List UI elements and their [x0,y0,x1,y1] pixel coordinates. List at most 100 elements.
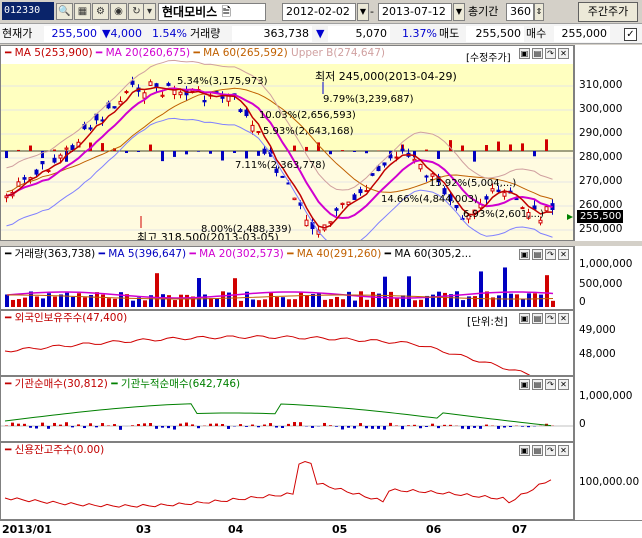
inst-bar [155,426,158,429]
x-label: 2013/01 [2,523,52,536]
candle [418,163,423,170]
total-period-input[interactable]: 360 [506,3,534,21]
chevron-down-icon[interactable]: ▾ [143,3,156,20]
volume-chart-pane[interactable]: ━ 거래량(363,738) ━ MA 5(396,647) ━ MA 20(3… [0,246,574,310]
diff-bar [533,151,536,157]
minimize-icon[interactable]: ▤ [532,48,543,59]
close-icon[interactable]: ✕ [558,445,569,456]
eye-icon[interactable]: ◉ [110,3,127,20]
stock-code-input[interactable]: 012330 [2,2,54,20]
y-label: 250,000 [579,223,623,235]
credit-balance-pane[interactable]: ━ 신용잔고주수(0.00) ▣ ▤ ↷ ✕ [0,442,574,520]
volume-bar [335,296,339,307]
volume-bar [251,299,255,307]
volume-bar [413,300,417,307]
weekly-price-button[interactable]: 주간주가 [578,2,638,22]
annotation-8: 6.93%(2,601,...) [463,209,544,220]
chart-settings-icon[interactable]: ▣ [519,48,530,59]
close-icon[interactable]: ✕ [558,48,569,59]
y-label: 290,000 [579,127,623,139]
y-label: 280,000 [579,151,623,163]
inst-bar [239,424,242,426]
close-icon[interactable]: ✕ [558,313,569,324]
volume-bar [545,275,549,307]
gear-icon[interactable]: ⚙ [92,3,109,20]
minimize-icon[interactable]: ▤ [532,379,543,390]
y-label: 300,000 [579,103,623,115]
diff-bar [341,150,344,151]
inst-bar [389,422,392,426]
inst-bar [269,423,272,426]
minimize-icon[interactable]: ▤ [532,313,543,324]
date-separator: - [370,5,374,18]
volume-bar [347,291,351,307]
start-date-field[interactable]: 2012-02-02 [282,3,356,21]
volume-bar [527,293,531,307]
maximize-icon[interactable]: ↷ [545,249,556,260]
x-label: 04 [228,523,244,536]
chart-settings-icon[interactable]: ▣ [519,379,530,390]
period-spinner[interactable]: ⇕ [534,3,544,21]
inst-bar [47,426,50,429]
maximize-icon[interactable]: ↷ [545,48,556,59]
candle [166,83,171,86]
foreign-holdings-pane[interactable]: ━ 외국인보유주수(47,400) [단위:천] ▣ ▤ ↷ ✕ [0,310,574,376]
minimize-icon[interactable]: ▤ [532,445,543,456]
end-date-field[interactable]: 2013-07-12 [378,3,452,21]
close-icon[interactable]: ✕ [558,379,569,390]
inst-net-legend: ━ 기관순매수(30,812) [5,378,108,390]
inst-bar [473,426,476,428]
document-icon[interactable]: 🗎 [221,5,231,19]
low-annotation: 최저 245,000(2013-04-29) [315,70,457,83]
minimize-icon[interactable]: ▤ [532,249,543,260]
chart-settings-icon[interactable]: ▣ [519,445,530,456]
volume-bar [401,295,405,307]
chart-settings-icon[interactable]: ▣ [519,313,530,324]
volume-bar [83,297,87,307]
inst-bar [341,426,344,430]
chart-settings-icon[interactable]: ▣ [519,249,530,260]
y-label: 0 [579,418,586,430]
maximize-icon[interactable]: ↷ [545,313,556,324]
candle [490,188,495,192]
annotation-2: 9.79%(3,239,687) [323,94,414,105]
institution-net-buy-pane[interactable]: ━ 기관순매수(30,812) ━ 기관누적순매수(642,746) ▣ ▤ ↷… [0,376,574,442]
candle [496,189,501,193]
maximize-icon[interactable]: ↷ [545,379,556,390]
volume-bar [479,271,483,307]
volume-bar [233,278,237,307]
candle [364,190,369,193]
candle [400,148,405,152]
start-date-dropdown[interactable]: ▼ [357,3,369,21]
diff-bar [245,151,248,159]
candle [544,206,549,212]
diff-bar [5,151,8,159]
diff-bar [209,151,212,154]
maximize-icon[interactable]: ↷ [545,445,556,456]
candle [88,127,93,130]
candle [328,221,333,224]
annotation-7: 15.92%(5,004,...) [429,178,517,189]
diff-bar [485,145,488,151]
stock-name-field[interactable]: 현대모비스 🗎 [158,3,266,21]
search-icon[interactable]: 🔍 [56,3,73,20]
inst-bar [275,426,278,428]
grid-icon[interactable]: ▦ [74,3,91,20]
inst-bar [185,422,188,426]
volume-bar [371,291,375,307]
volume-bar [275,297,279,307]
current-price-tag: 255,500 [577,210,623,223]
inst-bar [59,424,62,426]
close-icon[interactable]: ✕ [558,249,569,260]
volume-bar [179,294,183,307]
candle [292,197,297,201]
ask-percent: 1.37% [402,27,437,40]
inst-bar [527,426,530,428]
diff-bar [509,144,512,151]
inst-bar [377,426,380,429]
end-date-dropdown[interactable]: ▼ [453,3,465,21]
inst-bar [227,426,230,429]
checkbox[interactable]: ✓ [624,28,637,41]
price-chart-pane[interactable]: ━ MA 5(253,900) ━ MA 20(260,675) ━ MA 60… [0,45,574,241]
candle [160,94,165,97]
